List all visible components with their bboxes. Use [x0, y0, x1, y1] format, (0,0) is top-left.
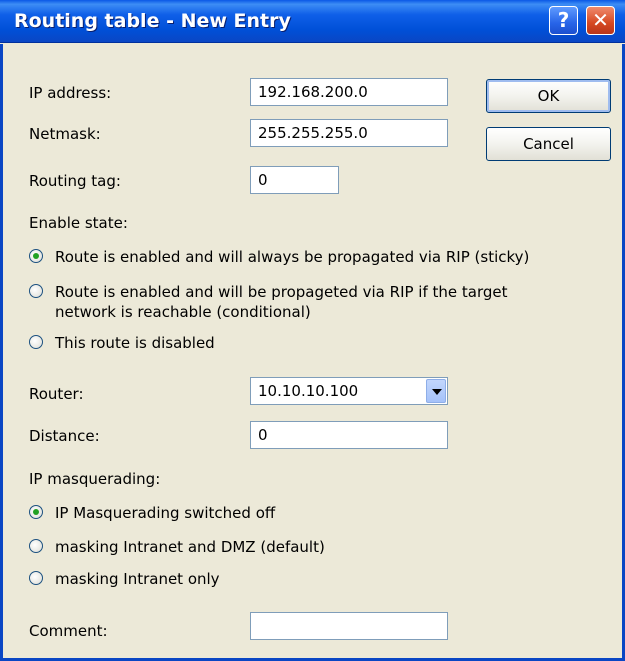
window-title: Routing table - New Entry: [14, 10, 291, 32]
enable-state-option-label: Route is enabled and will always be prop…: [55, 248, 530, 266]
radio-unchecked-icon[interactable]: [29, 284, 43, 298]
radio-checked-icon[interactable]: [29, 249, 43, 263]
radio-unchecked-icon[interactable]: [29, 571, 43, 585]
routing-tag-value: 0: [258, 171, 268, 189]
router-label: Router:: [29, 385, 84, 403]
netmask-label: Netmask:: [29, 125, 101, 143]
masquerading-heading: IP masquerading:: [29, 470, 161, 488]
help-button[interactable]: ?: [549, 6, 578, 35]
routing-tag-label: Routing tag:: [29, 172, 121, 190]
enable-state-heading: Enable state:: [29, 214, 128, 232]
ip-address-value: 192.168.200.0: [258, 83, 368, 101]
netmask-input[interactable]: 255.255.255.0: [250, 119, 448, 147]
chevron-down-icon[interactable]: [426, 379, 446, 403]
ok-button[interactable]: OK: [486, 79, 611, 113]
close-button[interactable]: ✕: [586, 6, 615, 35]
distance-input[interactable]: 0: [250, 421, 448, 449]
radio-checked-icon[interactable]: [29, 505, 43, 519]
title-bar: Routing table - New Entry ? ✕: [0, 0, 625, 43]
ip-address-label: IP address:: [29, 84, 112, 102]
enable-state-option-label: This route is disabled: [55, 334, 215, 352]
enable-state-option-label: Route is enabled and will be propageted …: [55, 283, 508, 301]
masquerading-option-label: IP Masquerading switched off: [55, 504, 276, 522]
radio-unchecked-icon[interactable]: [29, 335, 43, 349]
routing-tag-input[interactable]: 0: [250, 166, 339, 194]
help-icon: ?: [557, 8, 570, 32]
router-value: 10.10.10.100: [258, 382, 359, 400]
comment-label: Comment:: [29, 622, 108, 640]
close-icon: ✕: [592, 8, 609, 32]
distance-label: Distance:: [29, 427, 100, 445]
router-select[interactable]: 10.10.10.100: [250, 377, 448, 405]
ip-address-input[interactable]: 192.168.200.0: [250, 78, 448, 106]
netmask-value: 255.255.255.0: [258, 124, 368, 142]
comment-input[interactable]: [250, 612, 448, 640]
masquerading-option-label: masking Intranet and DMZ (default): [55, 538, 325, 556]
masquerading-option-label: masking Intranet only: [55, 570, 220, 588]
radio-unchecked-icon[interactable]: [29, 539, 43, 553]
distance-value: 0: [258, 426, 268, 444]
cancel-button[interactable]: Cancel: [486, 127, 611, 161]
enable-state-option-label-line2: network is reachable (conditional): [55, 303, 311, 321]
